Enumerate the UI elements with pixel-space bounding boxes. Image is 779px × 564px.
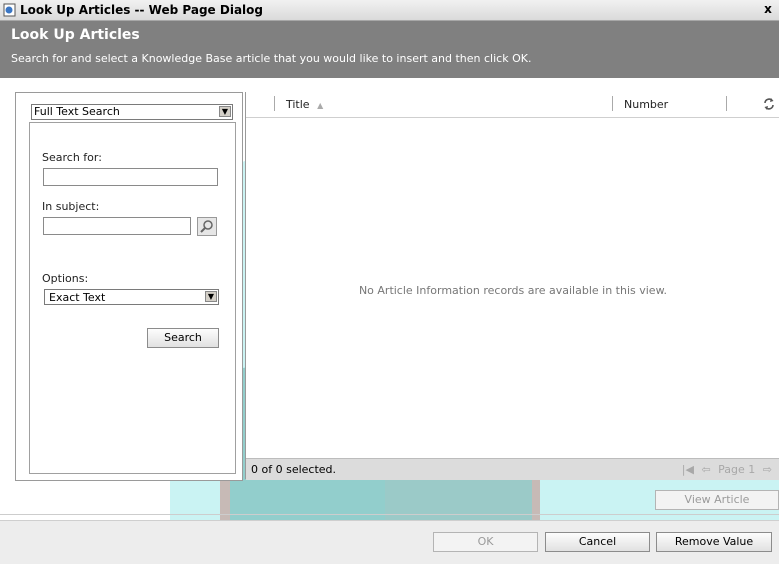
column-separator bbox=[726, 96, 727, 111]
grid-header: Title ▲ Number bbox=[246, 92, 779, 118]
options-value: Exact Text bbox=[49, 291, 106, 304]
in-subject-label: In subject: bbox=[42, 200, 100, 213]
options-select[interactable]: Exact Text ▼ bbox=[44, 289, 219, 305]
sort-ascending-icon: ▲ bbox=[317, 101, 324, 110]
chevron-down-icon[interactable]: ▼ bbox=[219, 106, 231, 117]
close-icon[interactable]: x bbox=[761, 2, 775, 16]
page-title: Look Up Articles bbox=[11, 27, 140, 43]
selection-status: 0 of 0 selected. bbox=[251, 463, 337, 476]
search-for-label: Search for: bbox=[42, 151, 102, 164]
title-bar: Look Up Articles -- Web Page Dialog x bbox=[0, 0, 779, 21]
dialog-footer: OK Cancel Remove Value bbox=[0, 520, 779, 564]
dialog-header: Look Up Articles Search for and select a… bbox=[0, 21, 779, 78]
lookup-button[interactable] bbox=[197, 217, 217, 236]
column-header-number[interactable]: Number bbox=[624, 98, 668, 111]
search-type-select[interactable]: Full Text Search ▼ bbox=[31, 104, 233, 120]
window-title: Look Up Articles -- Web Page Dialog bbox=[20, 3, 263, 17]
remove-value-button[interactable]: Remove Value bbox=[656, 532, 772, 552]
options-label: Options: bbox=[42, 272, 89, 285]
column-separator bbox=[274, 96, 275, 111]
first-page-icon[interactable]: |◀ bbox=[682, 463, 694, 476]
cancel-button[interactable]: Cancel bbox=[545, 532, 650, 552]
empty-message: No Article Information records are avail… bbox=[358, 284, 668, 297]
search-criteria-box: Search for: In subject: Options: Exact T… bbox=[29, 122, 236, 474]
ok-button[interactable]: OK bbox=[433, 532, 538, 552]
column-header-title[interactable]: Title ▲ bbox=[286, 98, 323, 111]
search-type-value: Full Text Search bbox=[34, 105, 120, 118]
ie-page-icon bbox=[3, 3, 16, 17]
view-article-button[interactable]: View Article bbox=[655, 490, 779, 510]
magnifier-icon bbox=[200, 220, 213, 233]
page-label: Page 1 bbox=[718, 463, 756, 476]
search-for-input[interactable] bbox=[43, 168, 218, 186]
chevron-down-icon[interactable]: ▼ bbox=[205, 291, 217, 302]
previous-page-icon[interactable]: ⇦ bbox=[701, 463, 710, 476]
page-description: Search for and select a Knowledge Base a… bbox=[11, 52, 532, 65]
refresh-icon[interactable] bbox=[763, 97, 775, 111]
in-subject-input[interactable] bbox=[43, 217, 191, 235]
divider bbox=[0, 514, 779, 515]
next-page-icon[interactable]: ⇨ bbox=[763, 463, 772, 476]
column-title-label: Title bbox=[286, 98, 310, 111]
pager: |◀ ⇦ Page 1 ⇨ bbox=[678, 463, 772, 476]
column-separator bbox=[612, 96, 613, 111]
grid-status-bar: 0 of 0 selected. |◀ ⇦ Page 1 ⇨ bbox=[246, 458, 779, 480]
dialog-window: PrepBooks Look Up Articles -- Web Page D… bbox=[0, 0, 779, 564]
search-button[interactable]: Search bbox=[147, 328, 219, 348]
articles-grid: Title ▲ Number No Article Information re… bbox=[245, 92, 779, 480]
search-panel: Full Text Search ▼ Search for: In subjec… bbox=[15, 92, 243, 481]
